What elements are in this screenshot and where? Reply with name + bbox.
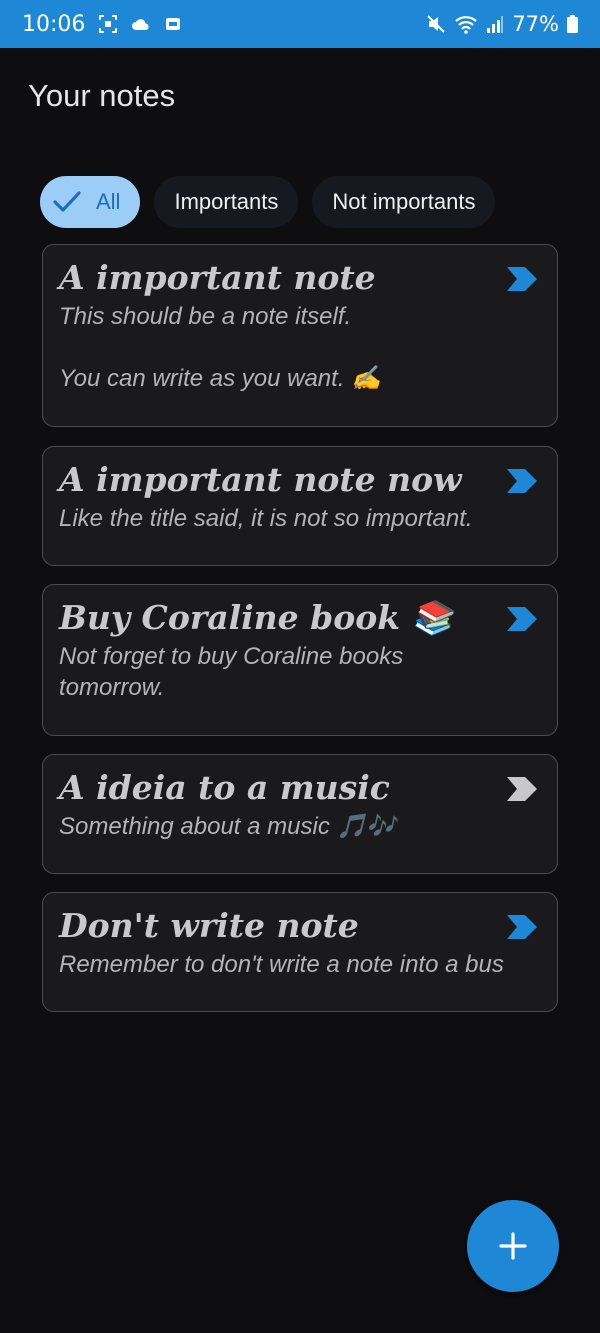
important-arrow-icon[interactable] [507, 469, 537, 493]
status-time: 10:06 [22, 11, 86, 37]
note-card[interactable]: A important note now Like the title said… [42, 446, 558, 566]
battery-icon [567, 15, 578, 33]
gallery-icon [165, 17, 181, 31]
important-arrow-icon[interactable] [507, 915, 537, 939]
note-card[interactable]: Buy Coraline book 📚 Not forget to buy Co… [42, 584, 558, 736]
note-card[interactable]: Don't write note Remember to don't write… [42, 892, 558, 1012]
battery-percent: 77% [512, 12, 559, 36]
important-arrow-icon[interactable] [507, 267, 537, 291]
filter-chip-label: Importants [174, 189, 279, 214]
important-arrow-icon[interactable] [507, 607, 537, 631]
note-title: Don't write note [59, 906, 359, 945]
add-note-button[interactable] [467, 1200, 559, 1292]
note-title: A important note [59, 258, 376, 297]
screenshot-icon [99, 15, 118, 33]
note-card[interactable]: A important note This should be a note i… [42, 244, 558, 427]
note-body: Remember to don't write a note into a bu… [59, 950, 504, 978]
plus-icon [499, 1232, 527, 1260]
status-bar: 10:06 77% [0, 0, 600, 48]
filter-chip-importants[interactable]: Importants [154, 176, 299, 228]
filter-chip-all[interactable]: All [40, 176, 141, 228]
not-important-arrow-icon[interactable] [507, 777, 537, 801]
note-title: Buy Coraline book 📚 [59, 598, 453, 637]
note-body: Something about a music 🎵🎶 [59, 812, 397, 840]
filter-chip-not-importants[interactable]: Not importants [312, 176, 496, 228]
note-body: Like the title said, it is not so import… [59, 504, 473, 532]
note-body: Not forget to buy Coraline books tomorro… [59, 642, 404, 701]
note-card[interactable]: A ideia to a music Something about a mus… [42, 754, 558, 874]
filter-chips: All Importants Not importants [40, 176, 496, 228]
filter-chip-label: Not importants [332, 189, 476, 214]
page-title: Your notes [28, 78, 176, 113]
note-title: A important note now [59, 460, 462, 499]
filter-chip-label: All [96, 189, 121, 214]
wifi-icon [454, 14, 478, 34]
signal-icon [486, 14, 504, 34]
check-icon [52, 190, 82, 214]
status-left: 10:06 [22, 12, 426, 37]
note-body: This should be a note itself. You can wr… [59, 302, 382, 392]
note-title: A ideia to a music [59, 768, 390, 807]
mute-icon [426, 14, 446, 34]
status-right: 77% [426, 12, 578, 36]
cloud-icon [131, 17, 151, 31]
